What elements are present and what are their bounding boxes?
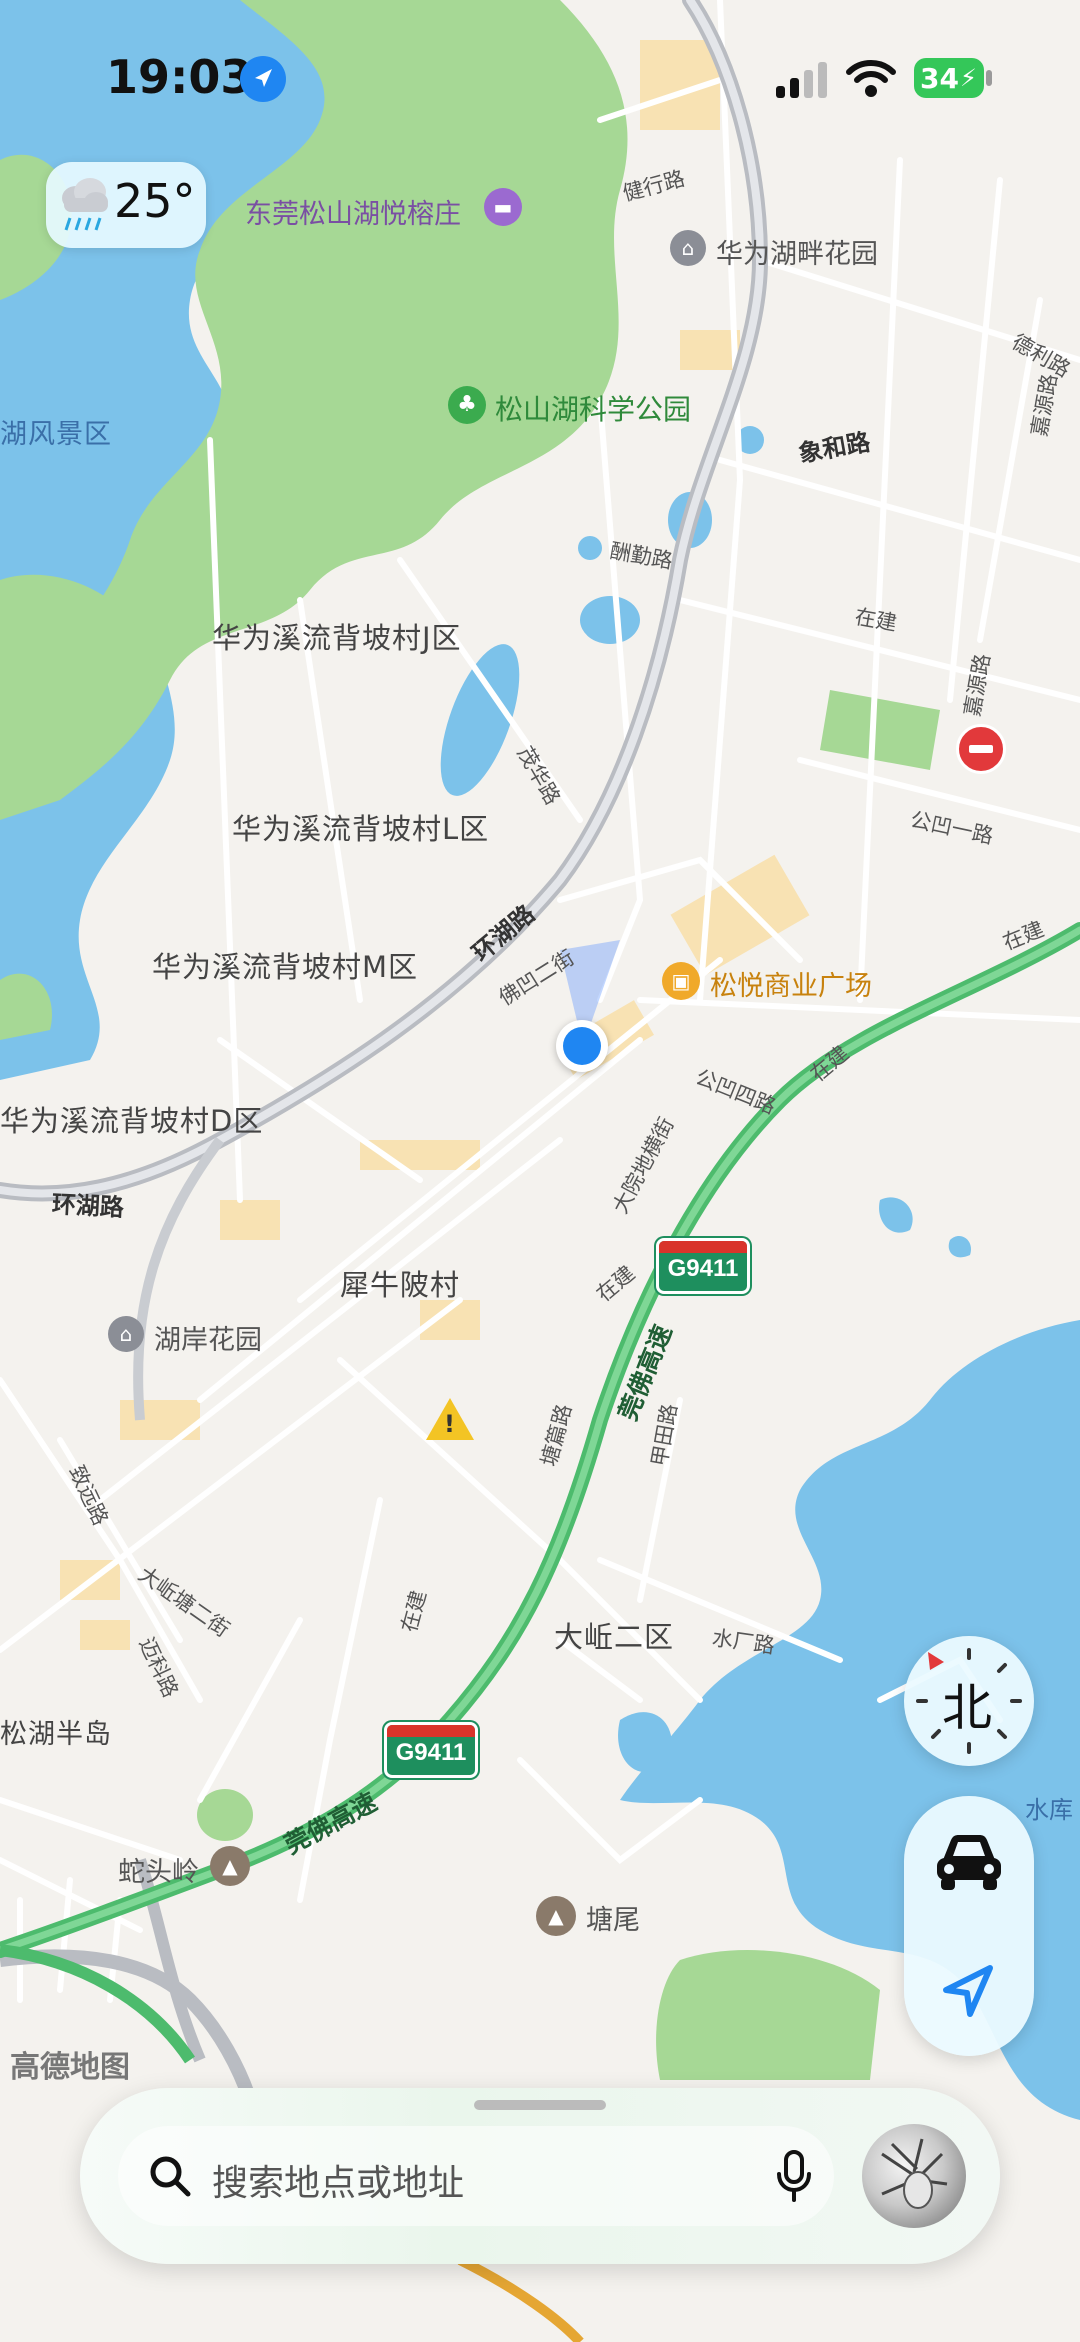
warning-icon-mark: ! <box>444 1410 455 1438</box>
status-time: 19:03 <box>106 50 253 104</box>
search-input[interactable]: 搜索地点或地址 <box>118 2126 834 2226</box>
highway-shield: G9411 <box>656 1238 750 1294</box>
locate-me-button[interactable] <box>934 1956 1004 2026</box>
compass-button[interactable]: 北 <box>904 1636 1034 1766</box>
poi-reservoir-label[interactable]: 水库 <box>1025 1790 1073 1825</box>
search-icon <box>150 2156 191 2197</box>
signal-icon <box>774 60 830 100</box>
residence-icon[interactable]: ⌂ <box>108 1316 144 1352</box>
battery-icon: 34 ⚡ <box>914 58 984 98</box>
poi-park-label[interactable]: 松山湖科学公园 <box>495 388 691 428</box>
district-label-huawei-j[interactable]: 华为溪流背坡村J区 <box>212 615 462 657</box>
poi-mountain-label[interactable]: 蛇头岭 <box>118 1850 199 1889</box>
map-controls-panel <box>904 1796 1034 2056</box>
microphone-icon[interactable] <box>774 2150 814 2202</box>
battery-tip <box>986 70 992 86</box>
residence-icon[interactable]: ⌂ <box>670 230 706 266</box>
search-placeholder: 搜索地点或地址 <box>212 2163 465 2204</box>
weather-temperature: 25° <box>114 174 196 228</box>
poi-mountain-label[interactable]: 塘尾 <box>586 1898 640 1937</box>
poi-mall-label[interactable]: 松悦商业广场 <box>710 964 872 1003</box>
district-label-songhu-peninsula[interactable]: 松湖半岛 <box>0 1712 112 1751</box>
district-label-huawei-d[interactable]: 华为溪流背坡村D区 <box>0 1098 263 1140</box>
map-watermark: 高德地图 <box>10 2050 130 2085</box>
current-location-dot[interactable] <box>556 1020 608 1072</box>
car-icon <box>937 1835 1001 1890</box>
district-label-dashan-2[interactable]: 大岴二区 <box>554 1614 674 1656</box>
drag-handle[interactable] <box>474 2100 606 2110</box>
district-label-xiniubei[interactable]: 犀牛陂村 <box>340 1262 460 1304</box>
mountain-icon[interactable]: ▲ <box>210 1846 250 1886</box>
navigation-arrow-icon <box>943 1965 993 2017</box>
shopping-icon[interactable]: ▣ <box>662 962 700 1000</box>
poi-residence-label[interactable]: 湖岸花园 <box>154 1318 262 1357</box>
rain-cloud-icon <box>58 176 112 236</box>
hotel-icon[interactable]: ▬ <box>484 188 522 226</box>
wifi-icon <box>846 58 896 100</box>
location-arrow-icon <box>240 56 286 102</box>
weather-widget[interactable]: 25° <box>46 162 206 248</box>
mountain-icon[interactable]: ▲ <box>536 1896 576 1936</box>
no-entry-icon[interactable] <box>956 724 1006 774</box>
car-mode-button[interactable] <box>929 1826 1009 1896</box>
avatar[interactable] <box>862 2124 966 2228</box>
search-panel[interactable]: 搜索地点或地址 <box>80 2088 1000 2264</box>
poi-residence-label[interactable]: 华为湖畔花园 <box>716 232 878 271</box>
status-bar: 19:03 34 ⚡ <box>0 0 1080 150</box>
road-label: 环湖路 <box>51 1190 125 1222</box>
district-label-huawei-l[interactable]: 华为溪流背坡村L区 <box>232 806 489 848</box>
compass-north-label: 北 <box>942 1679 992 1737</box>
battery-level: 34 <box>920 62 959 95</box>
district-label-scenic-area[interactable]: 湖风景区 <box>0 412 112 451</box>
highway-shield: G9411 <box>384 1722 478 1778</box>
district-label-huawei-m[interactable]: 华为溪流背坡村M区 <box>152 944 418 986</box>
poi-hotel-label[interactable]: 东莞松山湖悦榕庄 <box>245 192 461 231</box>
park-icon[interactable]: ♣ <box>448 386 486 424</box>
